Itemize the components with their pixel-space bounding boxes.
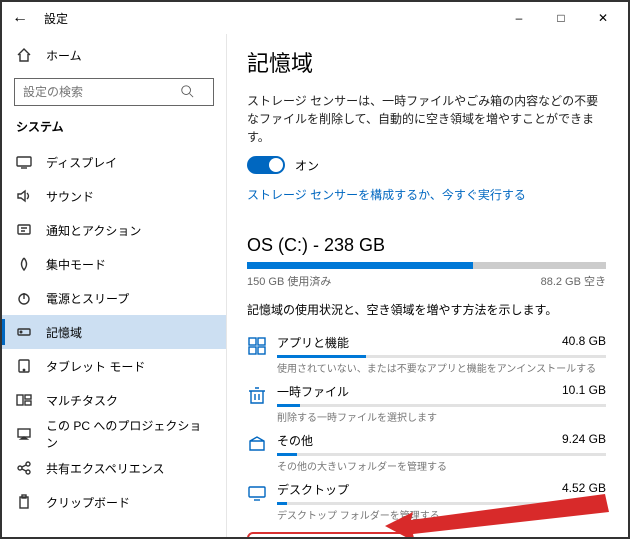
category-sub: デスクトップ フォルダーを管理する	[277, 507, 606, 522]
nav-label: 共有エクスペリエンス	[46, 460, 165, 477]
close-button[interactable]: ✕	[582, 4, 624, 32]
category-size: 9.24 GB	[562, 432, 606, 449]
nav-display[interactable]: ディスプレイ	[2, 145, 226, 179]
nav-label: 電源とスリープ	[46, 290, 129, 307]
page-heading: 記憶域	[247, 46, 606, 78]
configure-link[interactable]: ストレージ センサーを構成するか、今すぐ実行する	[247, 186, 526, 203]
nav-power[interactable]: 電源とスリープ	[2, 281, 226, 315]
nav-label: 集中モード	[46, 256, 106, 273]
category-size: 10.1 GB	[562, 383, 606, 400]
category-name: 一時ファイル	[277, 383, 349, 400]
category-name: デスクトップ	[277, 481, 349, 498]
group-title: システム	[2, 116, 226, 145]
category-row[interactable]: その他 9.24 GB その他の大きいフォルダーを管理する	[247, 426, 606, 475]
category-icon	[247, 336, 267, 356]
focus-icon	[16, 256, 32, 272]
show-more-highlight: 表示するカテゴリを増やす	[247, 532, 411, 537]
category-row[interactable]: 一時ファイル 10.1 GB 削除する一時ファイルを選択します	[247, 377, 606, 426]
nav-label: 記憶域	[46, 324, 82, 341]
nav-multitask[interactable]: マルチタスク	[2, 383, 226, 417]
category-size: 4.52 GB	[562, 481, 606, 498]
home-icon	[16, 47, 32, 63]
sidebar: ホーム システム ディスプレイ サウンド	[2, 34, 227, 537]
storage-sense-toggle[interactable]	[247, 156, 285, 174]
display-icon	[16, 154, 32, 170]
notification-icon	[16, 222, 32, 238]
nav-tablet[interactable]: タブレット モード	[2, 349, 226, 383]
drive-title: OS (C:) - 238 GB	[247, 235, 606, 256]
nav-shared[interactable]: 共有エクスペリエンス	[2, 451, 226, 485]
nav-notifications[interactable]: 通知とアクション	[2, 213, 226, 247]
share-icon	[16, 460, 32, 476]
projection-icon	[16, 426, 32, 442]
free-label: 88.2 GB 空き	[541, 273, 606, 289]
tablet-icon	[16, 358, 32, 374]
home-link[interactable]: ホーム	[2, 38, 226, 72]
back-button[interactable]: ←	[6, 4, 34, 32]
clipboard-icon	[16, 494, 32, 510]
category-size: 40.8 GB	[562, 334, 606, 351]
category-sub: 削除する一時ファイルを選択します	[277, 409, 606, 424]
nav-label: 通知とアクション	[46, 222, 141, 239]
toggle-label: オン	[295, 157, 319, 174]
page-description: ストレージ センサーは、一時ファイルやごみ箱の内容などの不要なファイルを削除して…	[247, 92, 606, 146]
multitask-icon	[16, 392, 32, 408]
nav-projection[interactable]: この PC へのプロジェクション	[2, 417, 226, 451]
maximize-button[interactable]: □	[540, 4, 582, 32]
category-name: その他	[277, 432, 313, 449]
minimize-button[interactable]: –	[498, 4, 540, 32]
category-sub: その他の大きいフォルダーを管理する	[277, 458, 606, 473]
nav-label: クリップボード	[46, 494, 130, 511]
nav-label: この PC へのプロジェクション	[46, 417, 212, 451]
used-label: 150 GB 使用済み	[247, 273, 331, 289]
category-icon	[247, 385, 267, 405]
nav-label: ディスプレイ	[46, 154, 117, 171]
usage-note: 記憶域の使用状況と、空き領域を増やす方法を示します。	[247, 301, 606, 318]
storage-icon	[16, 324, 32, 340]
drive-usage-bar	[247, 262, 606, 269]
nav-label: マルチタスク	[46, 392, 118, 409]
nav-clipboard[interactable]: クリップボード	[2, 485, 226, 519]
category-icon	[247, 434, 267, 454]
power-icon	[16, 290, 32, 306]
home-label: ホーム	[46, 47, 82, 64]
nav-label: サウンド	[46, 188, 94, 205]
content-area: 記憶域 ストレージ センサーは、一時ファイルやごみ箱の内容などの不要なファイルを…	[227, 34, 628, 537]
nav-label: タブレット モード	[46, 358, 145, 375]
nav-sound[interactable]: サウンド	[2, 179, 226, 213]
category-name: アプリと機能	[277, 334, 349, 351]
category-row[interactable]: デスクトップ 4.52 GB デスクトップ フォルダーを管理する	[247, 475, 606, 524]
window-title: 設定	[44, 10, 68, 27]
sound-icon	[16, 188, 32, 204]
nav-storage[interactable]: 記憶域	[2, 315, 226, 349]
category-row[interactable]: アプリと機能 40.8 GB 使用されていない、または不要なアプリと機能をアンインス…	[247, 328, 606, 377]
category-icon	[247, 483, 267, 503]
category-sub: 使用されていない、または不要なアプリと機能をアンインストールする	[277, 360, 606, 375]
nav-focus[interactable]: 集中モード	[2, 247, 226, 281]
